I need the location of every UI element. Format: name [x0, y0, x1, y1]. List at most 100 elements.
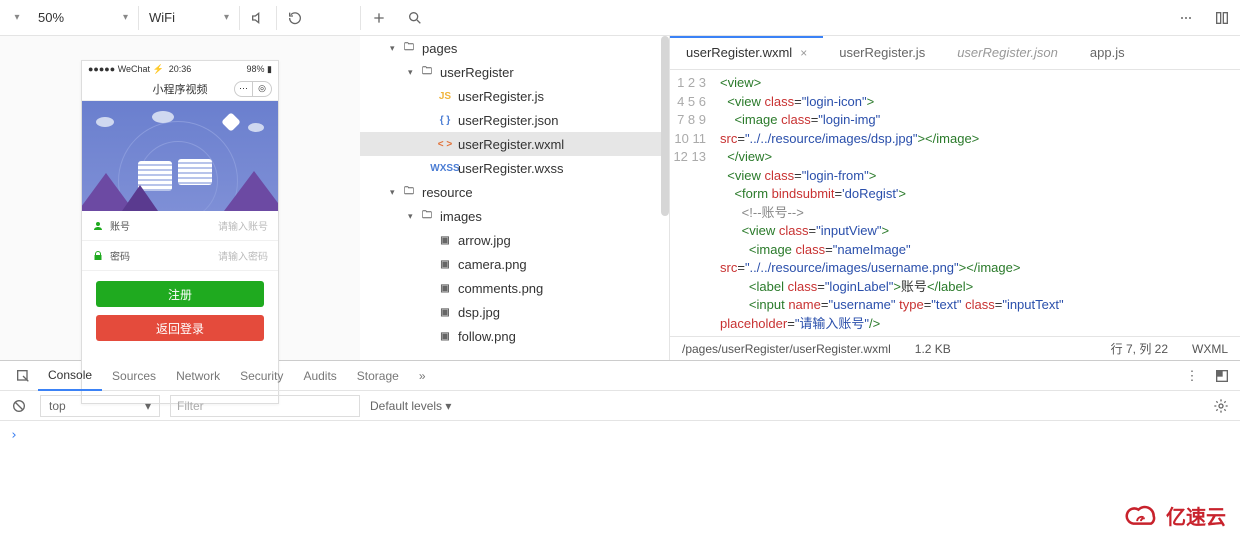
folder-icon: 🗀: [418, 64, 436, 81]
folder-icon: 🗀: [418, 208, 436, 225]
chevron-down-icon: ▾: [123, 12, 128, 23]
chevron-down-icon: ▾: [390, 43, 400, 54]
plus-icon: [371, 10, 387, 26]
file-image[interactable]: ▣ follow.png: [360, 324, 669, 348]
tab-userregister-json[interactable]: userRegister.json: [941, 36, 1074, 69]
tree-label: arrow.jpg: [458, 233, 511, 248]
devtools-tab-more[interactable]: »: [409, 361, 436, 391]
register-button[interactable]: 注册: [96, 281, 264, 307]
json-icon: { }: [436, 115, 454, 126]
file-userregister-json[interactable]: { }userRegister.json: [360, 108, 669, 132]
file-userregister-js[interactable]: JSuserRegister.js: [360, 84, 669, 108]
capsule-more-icon: ⋯: [235, 82, 253, 96]
clear-console-button[interactable]: [8, 388, 30, 424]
file-userregister-wxml[interactable]: < > userRegister.wxml: [360, 132, 669, 156]
folder-resource[interactable]: ▾🗀resource: [360, 180, 669, 204]
context-value: top: [49, 399, 66, 413]
console-settings-button[interactable]: [1210, 388, 1232, 424]
image-icon: ▣: [436, 235, 454, 246]
context-select[interactable]: top ▾: [40, 395, 160, 417]
split-button[interactable]: [1204, 0, 1240, 36]
tree-label: resource: [422, 185, 473, 200]
console-filter-input[interactable]: Filter: [170, 395, 360, 417]
devtools-menu-button[interactable]: ⋮: [1182, 358, 1202, 394]
status-lang: WXML: [1192, 342, 1228, 356]
capsule-menu[interactable]: ⋯◎: [234, 81, 272, 97]
folder-images[interactable]: ▾🗀images: [360, 204, 669, 228]
chevron-down-icon: ▾: [14, 12, 19, 23]
carrier-label: ●●●●● WeChat ⚡: [88, 64, 164, 75]
devtools-tab-storage[interactable]: Storage: [347, 361, 409, 391]
status-path: /pages/userRegister/userRegister.wxml: [682, 342, 891, 356]
tree-label: comments.png: [458, 281, 543, 296]
file-image[interactable]: ▣dsp.jpg: [360, 300, 669, 324]
account-row[interactable]: 账号 请输入账号: [82, 211, 278, 241]
account-placeholder: 请输入账号: [218, 218, 268, 233]
tree-label: images: [440, 209, 482, 224]
file-userregister-wxss[interactable]: WXSSuserRegister.wxss: [360, 156, 669, 180]
password-label: 密码: [110, 248, 130, 263]
wxml-icon: < >: [436, 139, 454, 150]
zoom-dropdown[interactable]: 50% ▾: [28, 0, 138, 36]
phone-titlebar: 小程序视频 ⋯◎: [82, 77, 278, 101]
devtools-tab-network[interactable]: Network: [166, 361, 230, 391]
tab-app-js[interactable]: app.js: [1074, 36, 1141, 69]
tree-label: userRegister: [440, 65, 514, 80]
tree-label: userRegister.wxml: [458, 137, 564, 152]
devtools-tab-security[interactable]: Security: [230, 361, 293, 391]
cloud-icon: [1122, 503, 1160, 529]
folder-pages[interactable]: ▾🗀 pages: [360, 36, 669, 60]
rotate-button[interactable]: [277, 0, 313, 36]
speaker-icon: [250, 10, 266, 26]
tree-label: pages: [422, 41, 457, 56]
file-image[interactable]: ▣ arrow.jpg: [360, 228, 669, 252]
file-explorer: ▾🗀pages ▾🗀userRegister JSuserRegister.js…: [360, 36, 670, 360]
devtools-tab-audits[interactable]: Audits: [293, 361, 346, 391]
devtools-panel: Console Sources Network Security Audits …: [0, 360, 1240, 536]
top-toolbar: ▾ 50% ▾ WiFi▾: [0, 0, 1240, 36]
console-body[interactable]: ›: [0, 421, 1240, 536]
tab-userregister-wxml[interactable]: userRegister.wxml×: [670, 36, 823, 69]
ban-icon: [11, 398, 27, 414]
app-title: 小程序视频: [153, 81, 208, 97]
editor-statusbar: /pages/userRegister/userRegister.wxml 1.…: [670, 336, 1240, 360]
tree-scrollbar[interactable]: [661, 36, 669, 216]
more-button[interactable]: [1168, 0, 1204, 36]
network-dropdown[interactable]: WiFi▾: [139, 0, 239, 36]
editor-toolbar: [361, 0, 1240, 36]
log-levels-dropdown[interactable]: Default levels ▾: [370, 399, 451, 413]
device-dropdown[interactable]: ▾: [0, 0, 28, 36]
simulator-panel: ●●●●● WeChat ⚡ 20:36 98% ▮ 小程序视频 ⋯◎ 账: [0, 36, 360, 360]
image-icon: ▣: [436, 307, 454, 318]
file-image[interactable]: ▣camera.png: [360, 252, 669, 276]
close-icon[interactable]: ×: [800, 46, 807, 60]
rotate-icon: [287, 10, 303, 26]
js-icon: JS: [436, 91, 454, 102]
search-button[interactable]: [397, 0, 433, 36]
code-editor[interactable]: 1 2 3 4 5 6 7 8 9 10 11 12 13 <view> <vi…: [670, 70, 1240, 336]
file-image[interactable]: ▣comments.png: [360, 276, 669, 300]
chevron-down-icon: ▾: [145, 399, 151, 413]
tab-label: userRegister.js: [839, 45, 925, 60]
battery-label: 98% ▮: [247, 64, 272, 75]
back-login-button[interactable]: 返回登录: [96, 315, 264, 341]
gear-icon: [1213, 398, 1229, 414]
account-label: 账号: [110, 218, 130, 233]
devtools-tab-console[interactable]: Console: [38, 361, 102, 391]
mute-button[interactable]: [240, 0, 276, 36]
hero-image: [82, 101, 278, 211]
folder-userregister[interactable]: ▾🗀userRegister: [360, 60, 669, 84]
new-file-button[interactable]: [361, 0, 397, 36]
password-row[interactable]: 密码 请输入密码: [82, 241, 278, 271]
time-label: 20:36: [169, 64, 192, 74]
zoom-value: 50%: [38, 10, 64, 25]
network-value: WiFi: [149, 10, 175, 25]
image-icon: ▣: [436, 331, 454, 342]
editor-tabs: userRegister.wxml× userRegister.js userR…: [670, 36, 1240, 70]
editor-panel: userRegister.wxml× userRegister.js userR…: [670, 36, 1240, 360]
folder-icon: 🗀: [400, 184, 418, 201]
tab-userregister-js[interactable]: userRegister.js: [823, 36, 941, 69]
tree-label: follow.png: [458, 329, 516, 344]
devtools-tab-sources[interactable]: Sources: [102, 361, 166, 391]
folder-icon: 🗀: [400, 40, 418, 57]
